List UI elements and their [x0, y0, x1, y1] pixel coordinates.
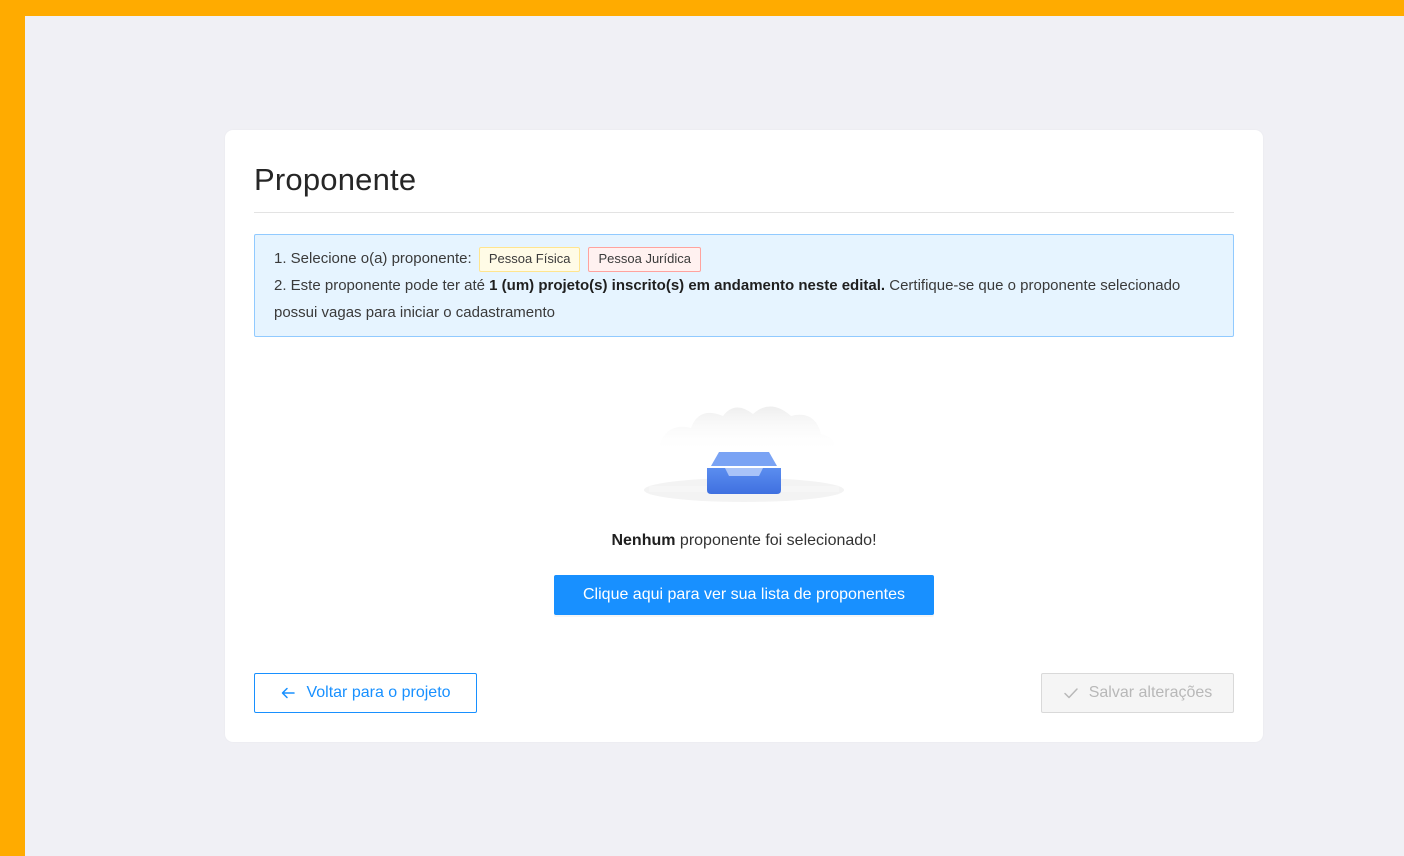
alert-line-2-prefix: 2. Este proponente pode ter até — [274, 277, 490, 294]
tag-pessoa-fisica: Pessoa Física — [478, 246, 581, 272]
save-changes-button[interactable]: Salvar alterações — [1041, 673, 1234, 713]
page-title: Proponente — [254, 162, 417, 197]
arrow-left-icon — [280, 685, 296, 701]
empty-message-text: proponente foi selecionado! — [675, 532, 877, 549]
view-proponentes-button[interactable]: Clique aqui para ver sua lista de propon… — [554, 575, 934, 615]
info-alert: 1. Selecione o(a) proponente: Pessoa Fís… — [254, 234, 1234, 337]
alert-line-2: 2. Este proponente pode ter até 1 (um) p… — [274, 272, 1214, 326]
page-background: Proponente 1. Selecione o(a) proponente:… — [25, 16, 1404, 856]
check-icon — [1063, 685, 1079, 701]
back-button-label: Voltar para o projeto — [306, 684, 451, 701]
title-divider — [254, 212, 1234, 213]
alert-line-1-text: 1. Selecione o(a) proponente: — [274, 250, 472, 267]
proponente-card: Proponente 1. Selecione o(a) proponente:… — [225, 130, 1263, 742]
alert-line-1: 1. Selecione o(a) proponente: Pessoa Fís… — [274, 245, 1214, 272]
tag-pessoa-juridica: Pessoa Jurídica — [588, 246, 701, 272]
back-to-project-button[interactable]: Voltar para o projeto — [254, 673, 477, 713]
empty-inbox-icon — [644, 406, 844, 502]
empty-message-bold: Nenhum — [611, 532, 676, 549]
empty-message: Nenhum proponente foi selecionado! — [225, 532, 1263, 550]
alert-line-2-bold: 1 (um) projeto(s) inscrito(s) em andamen… — [489, 277, 886, 294]
save-button-label: Salvar alterações — [1088, 684, 1213, 701]
